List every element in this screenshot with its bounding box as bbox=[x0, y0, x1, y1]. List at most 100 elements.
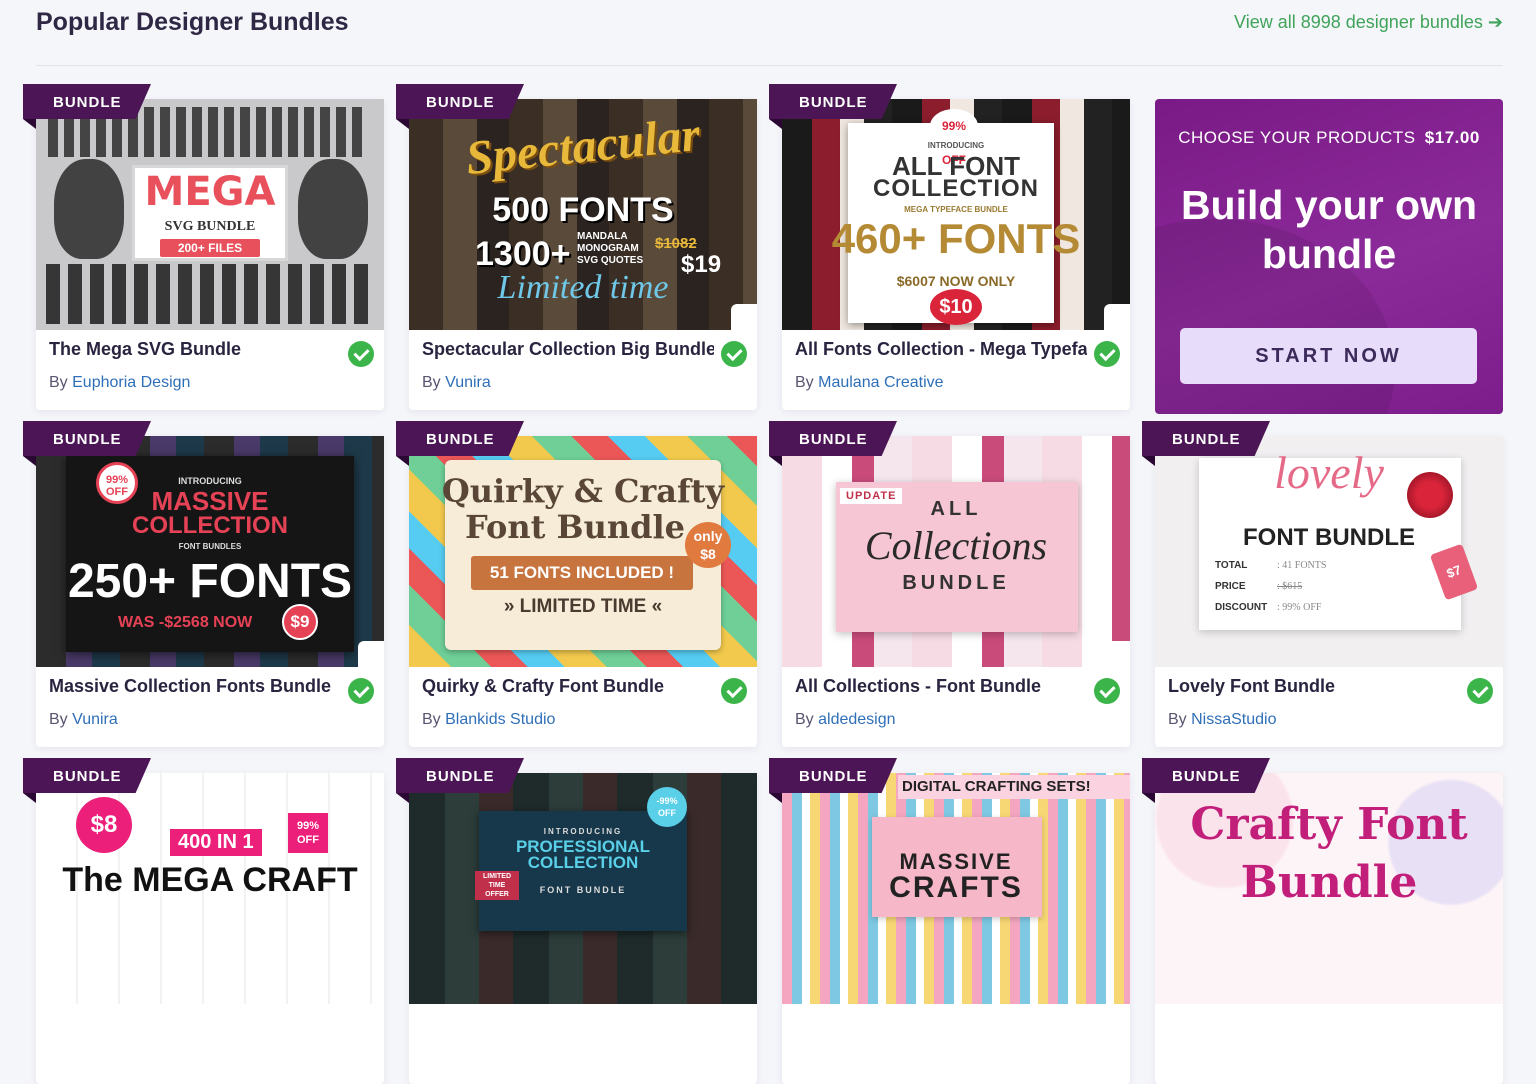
thumb-text: 99% OFF bbox=[288, 813, 328, 853]
bundle-thumbnail[interactable]: lovely FONT BUNDLE TOTAL : 41 FONTS PRIC… bbox=[1155, 436, 1503, 667]
check-circle-icon bbox=[721, 678, 747, 704]
bundle-thumbnail[interactable]: Quirky & Crafty Font Bundle 51 FONTS INC… bbox=[409, 436, 757, 667]
thumb-text: The MEGA CRAFT bbox=[62, 861, 358, 899]
bundle-thumbnail[interactable]: $8 400 IN 1 99% OFF The MEGA CRAFT bbox=[36, 773, 384, 1004]
bundle-card[interactable]: BUNDLE Spectacular 500 FONTS 1300+ MANDA… bbox=[396, 84, 757, 410]
thumb-text: SVG BUNDLE bbox=[164, 219, 256, 234]
author-link[interactable]: NissaStudio bbox=[1191, 711, 1276, 728]
view-all-bundles-link[interactable]: View all 8998 designer bundles ➔ bbox=[1234, 12, 1503, 33]
badge-fold bbox=[769, 793, 782, 803]
thumb-text: 51 FONTS INCLUDED ! bbox=[471, 556, 693, 590]
bundle-card[interactable]: BUNDLE 99% OFF INTRODUCING ALL FONT COLL… bbox=[769, 84, 1130, 410]
author-link[interactable]: Vunira bbox=[72, 711, 118, 728]
bundle-card[interactable]: BUNDLE DIGITAL CRAFTING SETS! MASSIVE CR… bbox=[769, 758, 1130, 1084]
badge-fold bbox=[23, 119, 36, 129]
thumb-corner bbox=[358, 641, 384, 667]
thumb-text: Bundle bbox=[1240, 857, 1418, 908]
thumb-text: COLLECTION bbox=[132, 512, 288, 539]
check-circle-icon bbox=[348, 341, 374, 367]
bundle-badge: BUNDLE bbox=[769, 421, 897, 456]
bundle-card[interactable]: BUNDLE Crafty Font Bundle bbox=[1142, 758, 1503, 1084]
bundle-badge: BUNDLE bbox=[769, 758, 897, 793]
thumb-text: 400 IN 1 bbox=[170, 829, 262, 856]
bundle-badge: BUNDLE bbox=[1142, 758, 1270, 793]
bundle-card[interactable]: BUNDLE 99% OFF INTRODUCING MASSIVE COLLE… bbox=[23, 421, 384, 747]
badge-fold bbox=[769, 119, 782, 129]
arrow-right-icon: ➔ bbox=[1487, 12, 1503, 32]
thumb-text: 460+ FONTS bbox=[831, 215, 1081, 262]
badge-fold bbox=[396, 456, 409, 466]
by-label: By bbox=[1168, 711, 1187, 728]
author-link[interactable]: Maulana Creative bbox=[818, 374, 943, 391]
bundle-card[interactable]: BUNDLE $8 400 IN 1 99% OFF The MEGA CRAF… bbox=[23, 758, 384, 1084]
author-link[interactable]: Blankids Studio bbox=[445, 711, 555, 728]
thumb-text: MEGA bbox=[144, 169, 276, 215]
check-circle-icon bbox=[1094, 678, 1120, 704]
thumb-text: TOTAL bbox=[1215, 560, 1248, 571]
thumb-text: Collections bbox=[864, 523, 1048, 568]
bundle-title[interactable]: All Collections - Font Bundle bbox=[795, 676, 1087, 697]
thumb-text: » LIMITED TIME « bbox=[503, 596, 663, 617]
bundle-card[interactable]: BUNDLE INTRODUCING PROFESSIONAL COLLECTI… bbox=[396, 758, 757, 1084]
build-bundle-promo[interactable]: CHOOSE YOUR PRODUCTS $17.00 Build your o… bbox=[1155, 99, 1503, 414]
author-link[interactable]: Vunira bbox=[445, 374, 491, 391]
bundle-card[interactable]: BUNDLE UPDATE ALL Collections BUNDLE All… bbox=[769, 421, 1130, 747]
bundle-title[interactable]: Lovely Font Bundle bbox=[1168, 676, 1460, 697]
thumb-text: $6007 NOW ONLY bbox=[896, 273, 1016, 289]
bundle-thumbnail[interactable]: INTRODUCING PROFESSIONAL COLLECTION FONT… bbox=[409, 773, 757, 1004]
bundle-thumbnail[interactable]: MEGA SVG BUNDLE 200+ FILES bbox=[36, 99, 384, 330]
thumb-corner bbox=[1104, 304, 1130, 330]
thumb-text: INTRODUCING bbox=[927, 141, 985, 150]
bundle-author: By aldedesign bbox=[795, 711, 896, 729]
bundle-card[interactable]: BUNDLE lovely FONT BUNDLE TOTAL : 41 FON… bbox=[1142, 421, 1503, 747]
check-circle-icon bbox=[1467, 678, 1493, 704]
bundle-thumbnail[interactable]: UPDATE ALL Collections BUNDLE bbox=[782, 436, 1130, 667]
check-circle-icon bbox=[1094, 341, 1120, 367]
thumb-text: Crafty Font bbox=[1190, 799, 1468, 850]
by-label: By bbox=[422, 374, 441, 391]
thumb-text: 500 FONTS bbox=[492, 191, 674, 229]
start-now-button[interactable]: START NOW bbox=[1180, 328, 1477, 384]
bundle-title[interactable]: Massive Collection Fonts Bundle bbox=[49, 676, 341, 697]
bundle-thumbnail[interactable]: DIGITAL CRAFTING SETS! MASSIVE CRAFTS bbox=[782, 773, 1130, 1004]
badge-fold bbox=[23, 793, 36, 803]
by-label: By bbox=[795, 374, 814, 391]
bundle-card[interactable]: BUNDLE Quirky & Crafty Font Bundle 51 FO… bbox=[396, 421, 757, 747]
bundle-author: By Euphoria Design bbox=[49, 374, 190, 392]
section-header: Popular Designer Bundles View all 8998 d… bbox=[36, 0, 1503, 66]
bundle-title[interactable]: All Fonts Collection - Mega Typeface Bun… bbox=[795, 339, 1087, 360]
section-title: Popular Designer Bundles bbox=[36, 8, 349, 36]
thumb-text: FONT BUNDLE bbox=[539, 885, 627, 895]
thumb-text: LIMITED TIME OFFER bbox=[475, 871, 519, 900]
bundle-thumbnail[interactable]: 99% OFF INTRODUCING MASSIVE COLLECTION F… bbox=[36, 436, 384, 667]
bundle-title[interactable]: Quirky & Crafty Font Bundle bbox=[422, 676, 714, 697]
bundle-card[interactable]: BUNDLE MEGA SVG BUNDLE 200+ FILES The Me… bbox=[23, 84, 384, 410]
badge-fold bbox=[396, 793, 409, 803]
bundle-badge: BUNDLE bbox=[396, 758, 524, 793]
bundle-author: By Vunira bbox=[49, 711, 118, 729]
author-link[interactable]: aldedesign bbox=[818, 711, 895, 728]
check-circle-icon bbox=[348, 678, 374, 704]
bundle-title[interactable]: The Mega SVG Bundle bbox=[49, 339, 341, 360]
thumb-text: WAS -$2568 NOW bbox=[118, 614, 253, 631]
thumb-text: DISCOUNT bbox=[1215, 602, 1268, 613]
author-link[interactable]: Euphoria Design bbox=[72, 374, 190, 391]
bundle-thumbnail[interactable]: Spectacular 500 FONTS 1300+ MANDALA MONO… bbox=[409, 99, 757, 330]
thumb-corner bbox=[1104, 641, 1130, 667]
thumb-text: 250+ FONTS bbox=[67, 555, 353, 608]
thumb-text: Limited time bbox=[497, 269, 669, 306]
promo-choose-text: CHOOSE YOUR PRODUCTS $17.00 bbox=[1178, 128, 1480, 147]
thumb-text: : 99% OFF bbox=[1277, 602, 1322, 613]
thumb-text: : 41 FONTS bbox=[1277, 560, 1327, 571]
badge-fold bbox=[396, 119, 409, 129]
bundle-badge: BUNDLE bbox=[1142, 421, 1270, 456]
bundle-badge: BUNDLE bbox=[23, 84, 151, 119]
thumb-text: FONT BUNDLES bbox=[178, 542, 242, 551]
thumb-text: INTRODUCING bbox=[543, 827, 623, 836]
bundle-author: By Vunira bbox=[422, 374, 491, 392]
bundle-author: By NissaStudio bbox=[1168, 711, 1277, 729]
bundle-title[interactable]: Spectacular Collection Big Bundle bbox=[422, 339, 714, 360]
thumb-text: Quirky & Crafty bbox=[441, 472, 725, 510]
bundle-thumbnail[interactable]: Crafty Font Bundle bbox=[1155, 773, 1503, 1004]
bundle-thumbnail[interactable]: 99% OFF INTRODUCING ALL FONT COLLECTION … bbox=[782, 99, 1130, 330]
